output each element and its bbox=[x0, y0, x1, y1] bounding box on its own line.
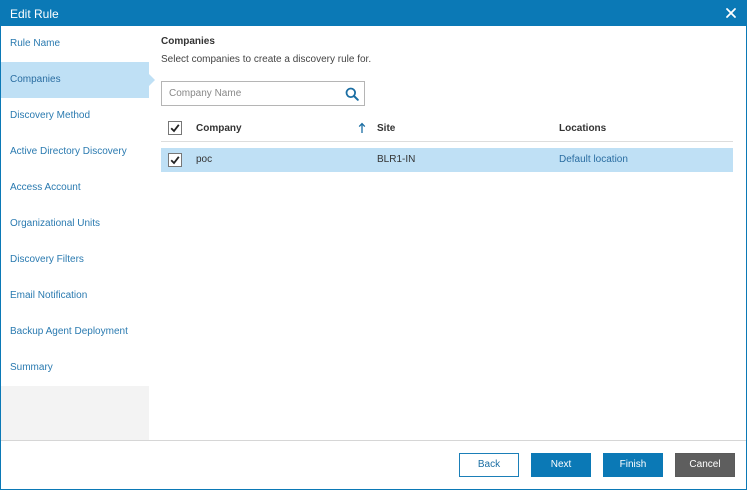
sidebar-item-active-directory-discovery[interactable]: Active Directory Discovery bbox=[1, 134, 149, 170]
search-icon[interactable] bbox=[345, 87, 359, 101]
select-all-checkbox[interactable] bbox=[168, 121, 182, 135]
page-description: Select companies to create a discovery r… bbox=[161, 54, 372, 65]
row-checkbox[interactable] bbox=[168, 153, 182, 167]
table-row[interactable]: poc BLR1-IN Default location bbox=[161, 148, 733, 172]
footer-divider bbox=[1, 440, 746, 441]
sidebar-item-label: Discovery Method bbox=[10, 110, 91, 121]
cell-site: BLR1-IN bbox=[377, 154, 416, 165]
companies-table: Company Site Locations poc BLR1-IN Defau… bbox=[161, 116, 733, 172]
wizard-sidebar: Rule Name Companies Discovery Method Act… bbox=[1, 26, 155, 440]
finish-button[interactable]: Finish bbox=[603, 453, 663, 477]
sidebar-item-backup-agent-deployment[interactable]: Backup Agent Deployment bbox=[1, 314, 149, 350]
close-icon[interactable] bbox=[724, 6, 738, 20]
wizard-steps: Rule Name Companies Discovery Method Act… bbox=[1, 26, 155, 386]
sidebar-item-label: Rule Name bbox=[10, 38, 61, 49]
sidebar-item-discovery-method[interactable]: Discovery Method bbox=[1, 98, 149, 134]
next-button[interactable]: Next bbox=[531, 453, 591, 477]
sidebar-item-organizational-units[interactable]: Organizational Units bbox=[1, 206, 149, 242]
cell-company: poc bbox=[196, 154, 213, 165]
search-input[interactable] bbox=[162, 82, 340, 105]
sidebar-item-companies[interactable]: Companies bbox=[1, 62, 155, 98]
dialog-title: Edit Rule bbox=[10, 7, 59, 21]
sidebar-item-label: Summary bbox=[10, 362, 53, 373]
sidebar-item-label: Backup Agent Deployment bbox=[10, 326, 128, 337]
table-header: Company Site Locations bbox=[161, 116, 733, 142]
column-header-site[interactable]: Site bbox=[377, 123, 395, 134]
sidebar-item-email-notification[interactable]: Email Notification bbox=[1, 278, 149, 314]
sidebar-item-label: Organizational Units bbox=[10, 218, 101, 229]
sort-ascending-icon[interactable] bbox=[358, 122, 366, 134]
sidebar-item-label: Email Notification bbox=[10, 290, 88, 301]
sidebar-item-summary[interactable]: Summary bbox=[1, 350, 149, 386]
sidebar-item-rule-name[interactable]: Rule Name bbox=[1, 26, 149, 62]
cancel-button[interactable]: Cancel bbox=[675, 453, 735, 477]
column-header-company[interactable]: Company bbox=[196, 123, 242, 134]
sidebar-item-discovery-filters[interactable]: Discovery Filters bbox=[1, 242, 149, 278]
sidebar-item-label: Active Directory Discovery bbox=[10, 146, 127, 157]
sidebar-item-label: Discovery Filters bbox=[10, 254, 84, 265]
checkmark-icon bbox=[170, 156, 180, 165]
column-header-locations[interactable]: Locations bbox=[559, 123, 606, 134]
sidebar-item-label: Access Account bbox=[10, 182, 81, 193]
checkmark-icon bbox=[170, 124, 180, 133]
company-search bbox=[161, 81, 365, 106]
location-link[interactable]: Default location bbox=[559, 154, 628, 165]
edit-rule-dialog: Edit Rule Rule Name Companies Discovery … bbox=[0, 0, 747, 490]
title-bar: Edit Rule bbox=[1, 1, 746, 26]
back-button[interactable]: Back bbox=[459, 453, 519, 477]
page-title: Companies bbox=[161, 36, 215, 47]
sidebar-item-access-account[interactable]: Access Account bbox=[1, 170, 149, 206]
main-panel: Companies Select companies to create a d… bbox=[149, 26, 746, 440]
sidebar-item-label: Companies bbox=[10, 74, 61, 85]
